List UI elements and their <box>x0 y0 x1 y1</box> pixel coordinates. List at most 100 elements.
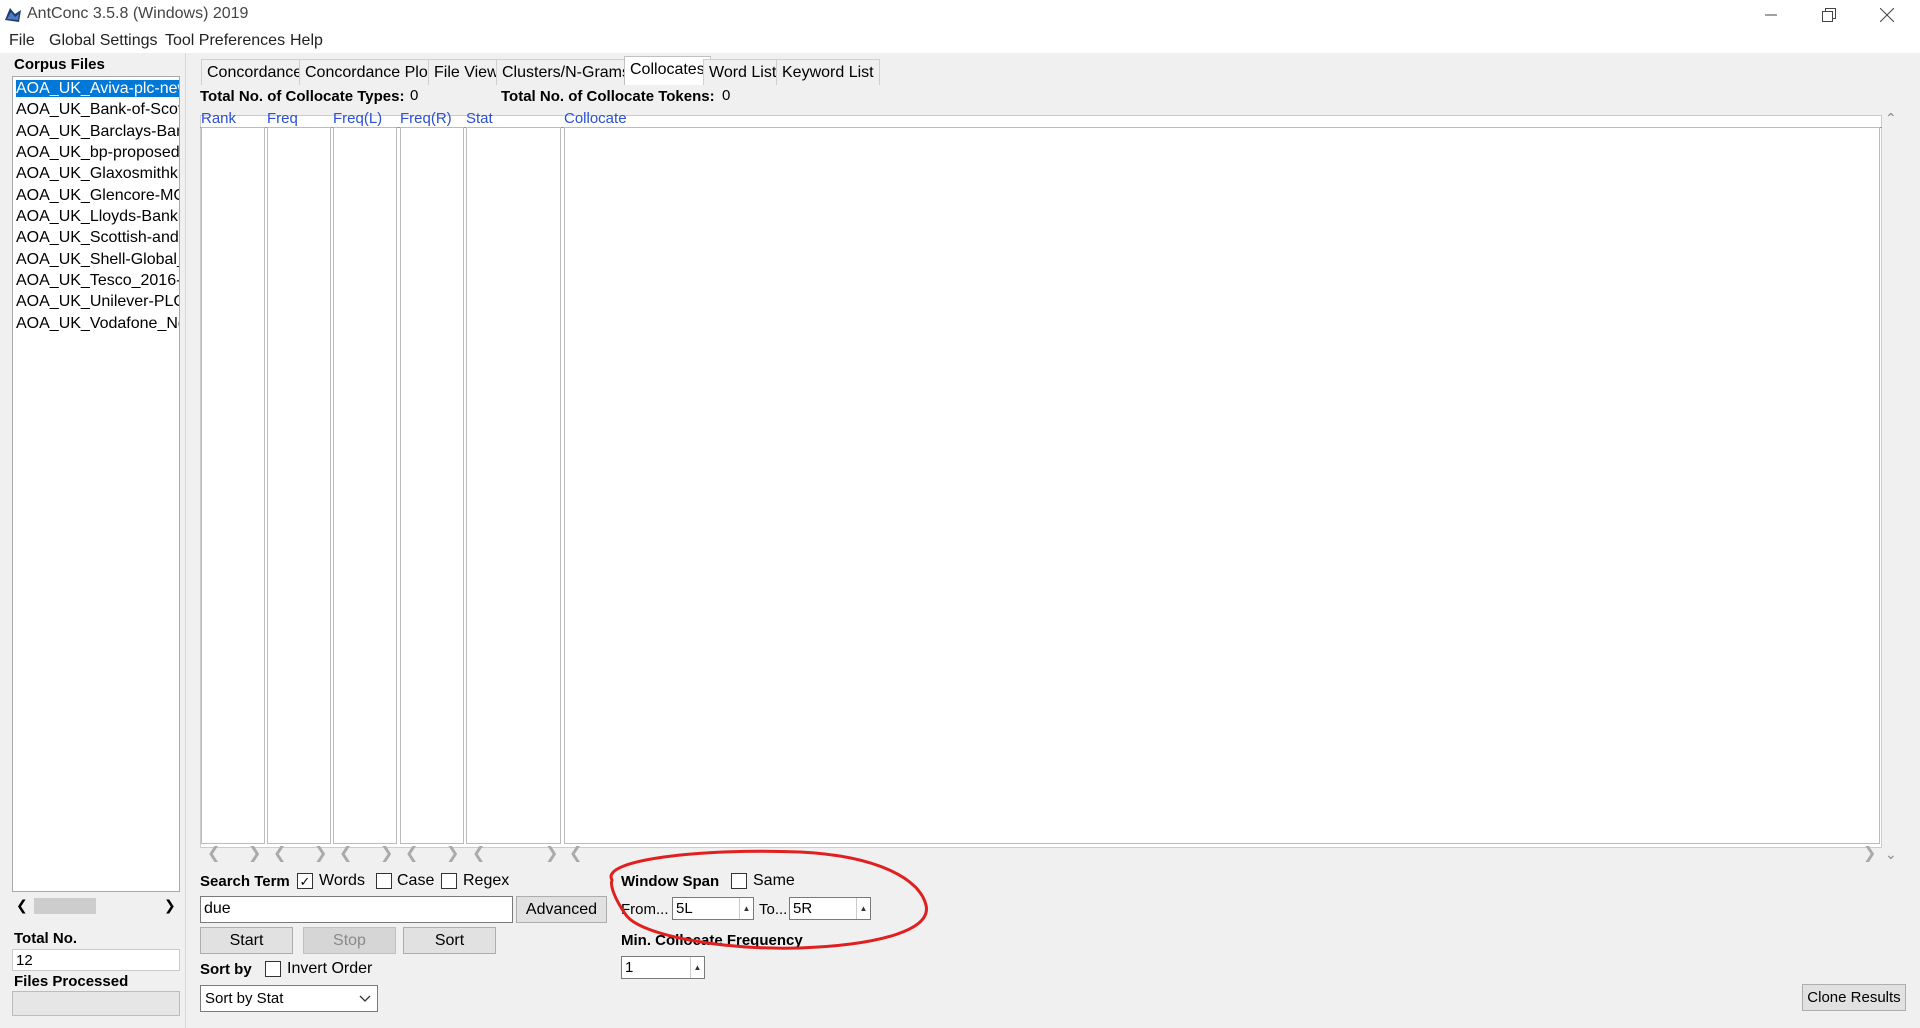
scroll-left-icon[interactable]: ❮ <box>405 843 418 863</box>
scroll-left-icon[interactable]: ❮ <box>569 843 582 863</box>
tab-concordance[interactable]: Concordance <box>201 59 309 85</box>
corpus-file-item[interactable]: AOA_UK_Tesco_2016-0 <box>16 271 179 291</box>
scroll-down-icon[interactable]: ⌄ <box>1885 846 1897 863</box>
scroll-up-icon[interactable]: ⌃ <box>1885 110 1897 127</box>
corpus-file-item[interactable]: AOA_UK_bp-proposed <box>16 143 179 163</box>
to-value: 5R <box>793 900 813 917</box>
sort-button[interactable]: Sort <box>403 927 496 954</box>
files-processed-progress <box>12 991 180 1016</box>
case-label: Case <box>397 872 435 889</box>
tab-concordance-plot[interactable]: Concordance Plot <box>299 59 439 85</box>
scroll-right-icon[interactable]: ❯ <box>314 843 327 863</box>
min-frequency-value: 1 <box>625 959 634 976</box>
scroll-left-icon[interactable]: ❮ <box>207 843 220 863</box>
scroll-right-icon[interactable]: ❯ <box>380 843 393 863</box>
invert-order-checkbox[interactable] <box>265 961 281 977</box>
sort-by-select[interactable]: Sort by Stat <box>200 985 378 1012</box>
menu-help[interactable]: Help <box>290 32 323 50</box>
menu-tool-preferences[interactable]: Tool Preferences <box>165 32 285 50</box>
regex-label: Regex <box>463 872 510 889</box>
column-header-collocate[interactable]: Collocate <box>564 110 627 127</box>
collocate-column[interactable] <box>564 127 1880 844</box>
stop-button[interactable]: Stop <box>303 927 396 954</box>
min-frequency-spin-buttons[interactable]: ▲▼ <box>690 957 704 978</box>
corpus-files-label: Corpus Files <box>14 56 105 73</box>
app-icon <box>5 8 21 22</box>
from-value: 5L <box>676 900 693 917</box>
tab-clusters-ngrams[interactable]: Clusters/N-Grams <box>496 59 637 85</box>
to-spinner[interactable]: 5R ▲▼ <box>789 897 871 920</box>
corpus-file-item[interactable]: AOA_UK_Glaxosmithkl <box>16 164 179 184</box>
scroll-right-icon[interactable]: ❯ <box>545 843 558 863</box>
regex-checkbox[interactable] <box>441 873 457 889</box>
column-header-freq[interactable]: Freq <box>267 110 298 127</box>
scroll-left-icon[interactable]: ❮ <box>339 843 352 863</box>
corpus-file-item[interactable]: AOA_UK_Aviva-plc-new <box>16 79 179 99</box>
from-label: From... <box>621 901 669 918</box>
advanced-button[interactable]: Advanced <box>516 896 607 923</box>
column-header-freq-r[interactable]: Freq(R) <box>400 110 452 127</box>
collocate-types-label: Total No. of Collocate Types: <box>200 88 405 105</box>
invert-order-label: Invert Order <box>287 960 373 977</box>
column-header-rank[interactable]: Rank <box>201 110 236 127</box>
same-checkbox[interactable] <box>731 873 747 889</box>
scroll-right-icon[interactable]: ❯ <box>164 897 176 914</box>
corpus-file-item[interactable]: AOA_UK_Bank-of-Scotl <box>16 100 179 120</box>
title-bar <box>0 0 1920 29</box>
scrollbar-thumb[interactable] <box>34 898 96 914</box>
restore-icon[interactable] <box>1800 0 1858 29</box>
same-label: Same <box>753 872 795 889</box>
scroll-left-icon[interactable]: ❮ <box>273 843 286 863</box>
scroll-right-icon[interactable]: ❯ <box>446 843 459 863</box>
corpus-horizontal-scrollbar[interactable]: ❮ ❯ <box>12 894 180 918</box>
tab-file-view[interactable]: File View <box>428 59 505 85</box>
files-processed-label: Files Processed <box>14 973 129 990</box>
corpus-file-item[interactable]: AOA_UK_Lloyds-Bankir <box>16 207 179 227</box>
words-checkbox[interactable]: ✓ <box>297 873 313 889</box>
to-spin-buttons[interactable]: ▲▼ <box>856 898 870 919</box>
tab-word-list[interactable]: Word List <box>703 59 783 85</box>
scroll-left-icon[interactable]: ❮ <box>472 843 485 863</box>
from-spin-buttons[interactable]: ▲▼ <box>739 898 753 919</box>
tab-keyword-list[interactable]: Keyword List <box>776 59 880 85</box>
tab-collocates[interactable]: Collocates <box>624 56 711 85</box>
chevron-down-icon <box>359 995 371 1002</box>
stat-column[interactable] <box>466 127 561 844</box>
panel-divider <box>185 53 186 1028</box>
clone-results-button[interactable]: Clone Results <box>1802 984 1906 1011</box>
scroll-left-icon[interactable]: ❮ <box>16 897 28 914</box>
column-header-stat[interactable]: Stat <box>466 110 493 127</box>
corpus-file-item[interactable]: AOA_UK_Glencore-MC <box>16 186 179 206</box>
words-label: Words <box>319 872 365 889</box>
sort-by-label: Sort by <box>200 961 252 978</box>
start-button[interactable]: Start <box>200 927 293 954</box>
corpus-file-item[interactable]: AOA_UK_Scottish-and- <box>16 228 179 248</box>
menu-global-settings[interactable]: Global Settings <box>49 32 158 50</box>
from-spinner[interactable]: 5L ▲▼ <box>672 897 754 920</box>
freq-column[interactable] <box>267 127 331 844</box>
total-no-label: Total No. <box>14 930 78 947</box>
rank-column[interactable] <box>201 127 265 844</box>
collocate-tokens-value: 0 <box>722 87 731 104</box>
freq-l-column[interactable] <box>333 127 397 844</box>
freq-r-column[interactable] <box>400 127 464 844</box>
corpus-file-item[interactable]: AOA_UK_Vodafone_Ne <box>16 314 179 334</box>
scroll-right-icon[interactable]: ❯ <box>248 843 261 863</box>
search-input[interactable]: due <box>200 896 513 923</box>
corpus-file-item[interactable]: AOA_UK_Shell-Global_ <box>16 250 179 270</box>
to-label: To... <box>759 901 788 918</box>
case-checkbox[interactable] <box>376 873 392 889</box>
scroll-right-icon[interactable]: ❯ <box>1863 843 1876 863</box>
corpus-file-item[interactable]: AOA_UK_Unilever-PLC_ <box>16 292 179 312</box>
minimize-icon[interactable] <box>1742 0 1800 29</box>
collocate-tokens-label: Total No. of Collocate Tokens: <box>501 88 715 105</box>
min-frequency-spinner[interactable]: 1 ▲▼ <box>621 956 705 979</box>
window-title: AntConc 3.5.8 (Windows) 2019 <box>27 5 249 22</box>
close-icon[interactable] <box>1858 0 1916 29</box>
menu-file[interactable]: File <box>9 32 35 50</box>
corpus-file-item[interactable]: AOA_UK_Barclays-Bank <box>16 122 179 142</box>
collocate-types-value: 0 <box>410 87 419 104</box>
column-header-freq-l[interactable]: Freq(L) <box>333 110 382 127</box>
corpus-file-list[interactable]: AOA_UK_Aviva-plc-new AOA_UK_Bank-of-Scot… <box>12 76 180 892</box>
sort-by-selected: Sort by Stat <box>205 990 284 1007</box>
